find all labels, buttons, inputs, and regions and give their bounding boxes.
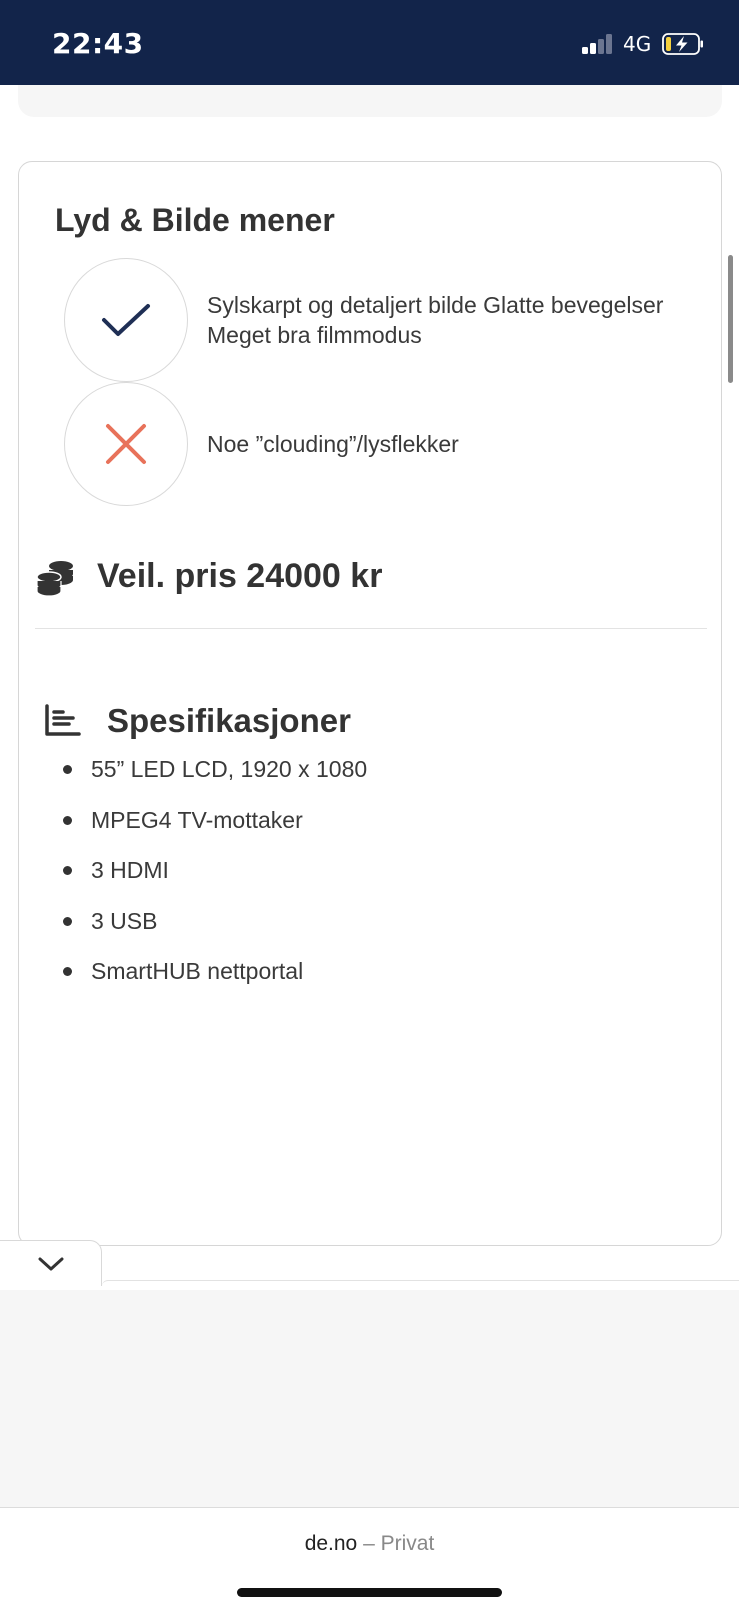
url-separator: – [363, 1532, 375, 1555]
status-time: 22:43 [52, 27, 144, 60]
scrollbar[interactable] [728, 255, 733, 383]
coins-icon [36, 561, 73, 597]
review-title: Lyd & Bilde mener [55, 202, 335, 238]
list-item: MPEG4 TV-mottaker [63, 805, 367, 856]
url-text: de.no [304, 1532, 358, 1555]
signal-icon [582, 34, 616, 54]
network-type: 4G [623, 32, 652, 56]
panel-edge [102, 1280, 739, 1286]
positive-verdict-badge [64, 258, 188, 382]
browser-bar: de.no – Privat [0, 1507, 739, 1600]
product-card: Lyd & Bilde mener Sylskarpt og detaljert… [18, 161, 722, 1246]
home-indicator[interactable] [237, 1588, 502, 1597]
price-row: Veil. pris 24000 kr [35, 557, 707, 629]
chevron-down-icon [38, 1257, 63, 1270]
positive-verdict-text: Sylskarpt og detaljert bilde Glatte beve… [207, 292, 664, 348]
private-mode-label: Privat [380, 1532, 435, 1555]
collapse-button[interactable] [0, 1240, 102, 1286]
list-item: 3 USB [63, 906, 367, 957]
list-item: SmartHUB nettportal [63, 956, 367, 1007]
specs-heading: Spesifikasjoner [107, 702, 351, 739]
content-background [0, 1290, 739, 1508]
check-icon [102, 304, 150, 336]
negative-verdict-badge [64, 382, 188, 506]
list-item: 3 HDMI [63, 855, 367, 906]
negative-verdict-text: Noe ”clouding”/lysflekker [207, 431, 459, 457]
address-bar[interactable]: de.no – Privat [0, 1532, 739, 1556]
cross-icon [106, 424, 146, 464]
status-bar: 22:43 4G [0, 0, 739, 85]
previous-card-edge [18, 85, 722, 117]
chart-bars-icon [45, 704, 81, 736]
battery-charging-icon [662, 33, 703, 55]
list-item: 55” LED LCD, 1920 x 1080 [63, 754, 367, 805]
specs-list: 55” LED LCD, 1920 x 1080 MPEG4 TV-mottak… [63, 754, 367, 1007]
price-label: Veil. pris 24000 kr [97, 557, 383, 595]
